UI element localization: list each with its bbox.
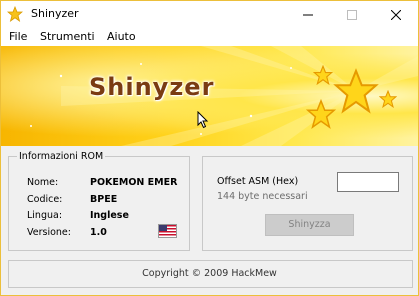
rom-language-value: Inglese [90,210,129,221]
rom-info-title: Informazioni ROM [17,151,106,162]
maximize-icon [347,9,357,20]
close-button[interactable] [374,1,418,28]
minimize-button[interactable] [286,1,330,28]
close-icon [391,9,401,20]
star-icon [333,68,379,114]
window-title: Shinyzer [31,7,79,20]
app-window: Shinyzer File Strumenti Aiuto Shinyzer I… [0,0,419,296]
rom-name-value: POKEMON EMER [90,177,178,188]
title-bar[interactable]: Shinyzer [1,1,418,28]
shinyzza-button[interactable]: Shinyzza [265,214,354,236]
rom-code-value: BPEE [90,194,118,205]
menu-file[interactable]: File [9,30,27,43]
minimize-icon [303,14,313,15]
offset-group [202,156,413,251]
us-flag-icon [158,224,177,238]
rom-code-label: Codice: [27,194,63,205]
menu-aiuto[interactable]: Aiuto [107,30,136,43]
rom-version-label: Versione: [27,227,71,238]
offset-label: Offset ASM (Hex) [217,176,299,187]
bytes-required-note: 144 byte necessari [217,191,308,202]
rom-language-label: Lingua: [27,210,63,221]
offset-input[interactable] [337,172,399,192]
menu-strumenti[interactable]: Strumenti [40,30,95,43]
app-logo: Shinyzer [89,73,215,101]
mouse-cursor-icon [197,111,209,129]
menu-bar: File Strumenti Aiuto [1,28,418,46]
star-icon [306,99,336,129]
star-icon [379,90,397,108]
copyright-text: Copyright © 2009 HackMew [142,268,277,279]
star-icon [313,65,333,85]
maximize-button[interactable] [330,1,374,28]
star-icon [7,6,23,22]
rom-version-value: 1.0 [90,227,107,238]
rom-name-label: Nome: [27,177,59,188]
